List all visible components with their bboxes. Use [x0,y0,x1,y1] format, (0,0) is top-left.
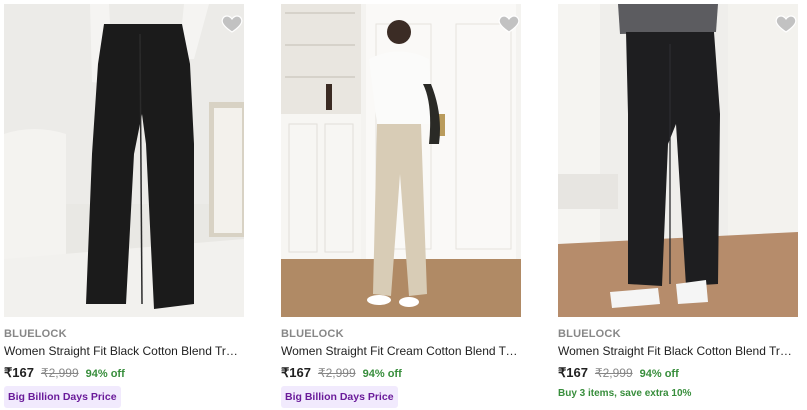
product-mrp: ₹2,999 [40,366,79,380]
product-discount: 94% off [85,368,125,380]
product-image[interactable] [4,4,244,317]
sale-badge: Big Billion Days Price [4,386,121,408]
product-image[interactable] [558,4,798,317]
product-mrp: ₹2,999 [594,366,633,380]
product-card[interactable]: BLUELOCK Women Straight Fit Black Cotton… [4,0,244,410]
product-price: ₹167 [558,365,588,380]
price-row: ₹167 ₹2,999 94% off [4,365,125,381]
product-card[interactable]: BLUELOCK Women Straight Fit Cream Cotton… [281,0,521,410]
product-mrp: ₹2,999 [317,366,356,380]
heart-icon[interactable] [220,11,244,35]
product-price: ₹167 [281,365,311,380]
product-brand: BLUELOCK [4,328,67,340]
price-row: ₹167 ₹2,999 94% off [558,365,679,381]
product-discount: 94% off [639,368,679,380]
price-row: ₹167 ₹2,999 94% off [281,365,402,381]
bundle-offer: Buy 3 items, save extra 10% [558,388,692,399]
sale-badge: Big Billion Days Price [281,386,398,408]
product-title[interactable]: Women Straight Fit Cream Cotton Blend Tr… [281,344,521,358]
product-card[interactable]: BLUELOCK Women Straight Fit Black Cotton… [558,0,798,410]
heart-icon[interactable] [774,11,798,35]
product-discount: 94% off [362,368,402,380]
product-title[interactable]: Women Straight Fit Black Cotton Blend Tr… [4,344,244,358]
product-brand: BLUELOCK [558,328,621,340]
product-price: ₹167 [4,365,34,380]
product-image[interactable] [281,4,521,317]
product-title[interactable]: Women Straight Fit Black Cotton Blend Tr… [558,344,798,358]
heart-icon[interactable] [497,11,521,35]
product-brand: BLUELOCK [281,328,344,340]
